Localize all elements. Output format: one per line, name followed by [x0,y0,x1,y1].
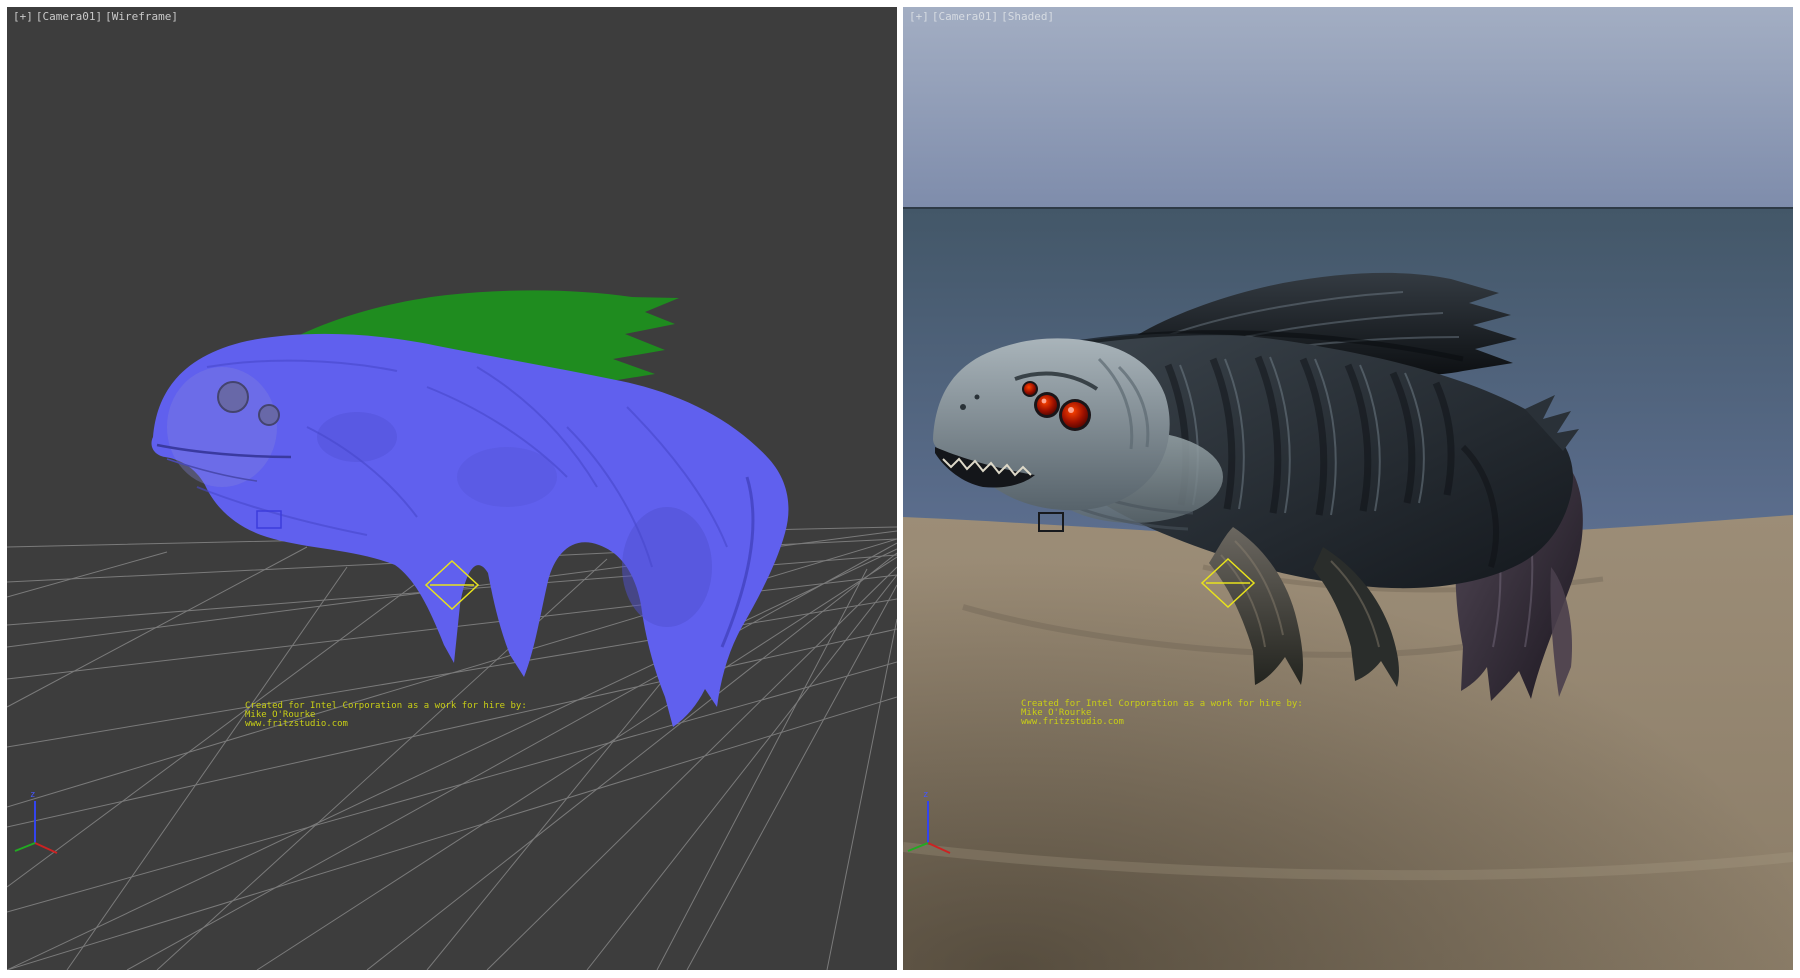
viewport-menu-general[interactable]: [+] [909,10,929,23]
svg-text:www.fritzstudio.com: www.fritzstudio.com [245,719,348,729]
wireframe-canvas[interactable]: Created for Intel Corporation as a work … [7,7,897,970]
viewport-wireframe[interactable]: [+][Camera01][Wireframe] [7,7,897,970]
viewport-menu-shading[interactable]: [Shaded] [1001,10,1054,23]
svg-text:www.fritzstudio.com: www.fritzstudio.com [1021,717,1124,727]
svg-text:z: z [30,790,35,800]
shaded-canvas[interactable]: Created for Intel Corporation as a work … [903,7,1793,970]
viewport-frame: [+][Camera01][Wireframe] [0,0,1800,978]
viewport-menu-general[interactable]: [+] [13,10,33,23]
viewport-label: [+][Camera01][Wireframe] [13,10,181,24]
svg-text:z: z [923,790,928,800]
viewport-menu-shading[interactable]: [Wireframe] [105,10,178,23]
viewport-menu-pov[interactable]: [Camera01] [36,10,102,23]
viewport-shaded[interactable]: [+][Camera01][Shaded] [903,7,1793,970]
viewport-menu-pov[interactable]: [Camera01] [932,10,998,23]
viewport-label: [+][Camera01][Shaded] [909,10,1057,24]
sky [903,7,1793,209]
